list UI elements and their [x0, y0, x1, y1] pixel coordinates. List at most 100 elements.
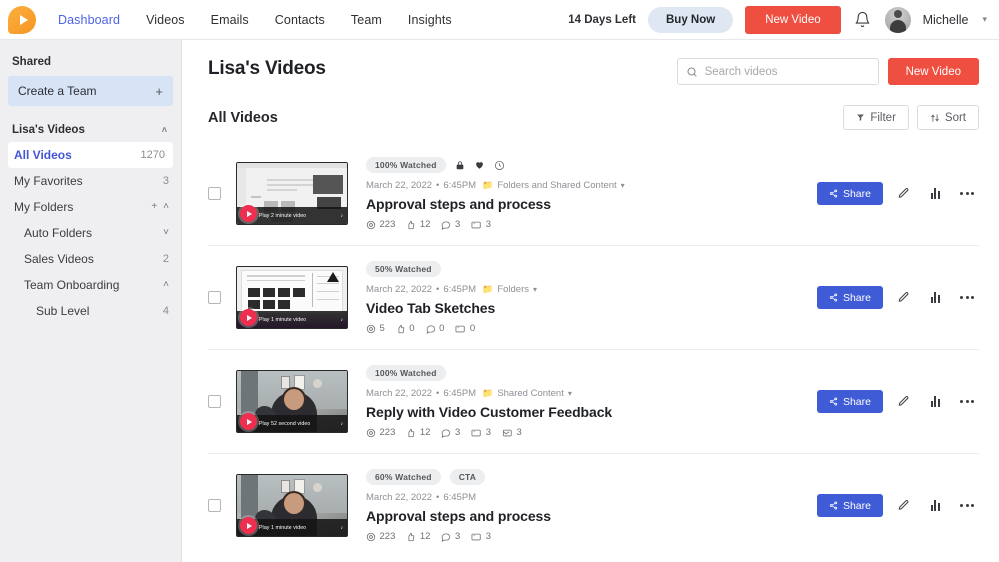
- nav-link-dashboard[interactable]: Dashboard: [58, 13, 120, 27]
- sidebar-item-my-folders[interactable]: My Folders + ˄: [0, 194, 181, 220]
- plus-icon[interactable]: +: [155, 85, 163, 98]
- edit-pencil-icon[interactable]: [891, 286, 915, 309]
- views-icon: [366, 532, 376, 542]
- video-title[interactable]: Approval steps and process: [366, 508, 803, 524]
- play-icon[interactable]: [240, 309, 257, 326]
- sidebar-item-my-favorites[interactable]: My Favorites 3: [0, 168, 181, 194]
- main-header-row-bottom: All Videos Filter Sort: [208, 105, 979, 130]
- edit-pencil-icon[interactable]: [891, 390, 915, 413]
- stat-comment: 3: [441, 531, 460, 542]
- more-options-icon[interactable]: [955, 390, 979, 413]
- edit-pencil-icon[interactable]: [891, 494, 915, 517]
- sidebar-item-all-videos[interactable]: All Videos 1270: [8, 142, 173, 168]
- sidebar-item-sales-videos[interactable]: Sales Videos 2: [0, 246, 181, 272]
- share-button[interactable]: Share: [816, 182, 883, 205]
- row-actions: Share: [816, 390, 979, 413]
- search-input[interactable]: [704, 65, 870, 78]
- sidebar-group-header[interactable]: Lisa's Videos ˄: [0, 120, 181, 142]
- new-video-button-top[interactable]: New Video: [745, 5, 841, 34]
- video-thumbnail[interactable]: Play 1 minute video ♪: [236, 266, 348, 329]
- avatar[interactable]: [884, 6, 911, 33]
- comment-icon: [441, 532, 451, 542]
- play-icon[interactable]: [240, 517, 257, 534]
- stat-value: 0: [469, 323, 476, 334]
- more-options-icon[interactable]: [955, 286, 979, 309]
- play-icon[interactable]: [240, 205, 257, 222]
- stat-value: 0: [409, 323, 415, 334]
- primary-nav-links: Dashboard Videos Emails Contacts Team Insight…: [58, 13, 452, 27]
- sidebar-item-team-onboarding[interactable]: Team Onboarding ˄: [0, 272, 181, 298]
- row-checkbox[interactable]: [208, 187, 221, 200]
- video-meta-line: March 22, 2022 • 6:45PM 📁 Folders ▾: [366, 284, 803, 295]
- chevron-down-icon[interactable]: ▾: [533, 285, 537, 294]
- video-thumbnail[interactable]: Play 1 minute video ♪: [236, 474, 348, 537]
- chevron-down-icon[interactable]: ▾: [568, 389, 572, 398]
- create-a-team-button[interactable]: Create a Team +: [8, 76, 173, 106]
- video-folder[interactable]: Shared Content: [497, 388, 564, 399]
- video-thumbnail[interactable]: Play 52 second video ♪: [236, 370, 348, 433]
- new-video-button-main[interactable]: New Video: [887, 58, 979, 85]
- more-options-icon[interactable]: [955, 494, 979, 517]
- chevron-down-icon[interactable]: ▾: [982, 14, 987, 25]
- analytics-bar-chart-icon[interactable]: [923, 286, 947, 309]
- more-options-icon[interactable]: [955, 182, 979, 205]
- video-title[interactable]: Reply with Video Customer Feedback: [366, 404, 803, 420]
- share-button[interactable]: Share: [816, 286, 883, 309]
- play-icon[interactable]: [240, 413, 257, 430]
- nav-link-insights[interactable]: Insights: [408, 13, 452, 27]
- play-logo-icon[interactable]: [8, 5, 36, 34]
- sidebar-shared-title: Shared: [12, 56, 51, 68]
- nav-link-videos[interactable]: Videos: [146, 13, 185, 27]
- row-checkbox[interactable]: [208, 499, 221, 512]
- comment-icon: [441, 428, 451, 438]
- create-a-team-label: Create a Team: [18, 84, 97, 98]
- share-label: Share: [842, 499, 871, 512]
- chevron-up-icon[interactable]: ˄: [162, 125, 167, 135]
- share-button[interactable]: Share: [816, 390, 883, 413]
- video-title[interactable]: Approval steps and process: [366, 196, 803, 212]
- filter-button[interactable]: Filter: [843, 105, 909, 130]
- comment-icon: [441, 220, 451, 230]
- stat-views: 223: [366, 219, 395, 230]
- chevron-down-icon[interactable]: ˅: [163, 228, 169, 238]
- clock-icon[interactable]: [494, 160, 505, 171]
- nav-link-emails[interactable]: Emails: [211, 13, 249, 27]
- buy-now-button[interactable]: Buy Now: [648, 6, 734, 33]
- sort-button[interactable]: Sort: [916, 105, 979, 130]
- chevron-down-icon[interactable]: ▾: [621, 181, 625, 190]
- video-stats: 5 0 0 0: [366, 323, 803, 334]
- plus-icon[interactable]: +: [151, 202, 157, 212]
- chevron-up-icon[interactable]: ˄: [163, 280, 169, 290]
- analytics-bar-chart-icon[interactable]: [923, 390, 947, 413]
- chevron-up-icon[interactable]: ˄: [163, 202, 169, 212]
- stat-comment: 3: [441, 427, 460, 438]
- row-checkbox[interactable]: [208, 395, 221, 408]
- search-box[interactable]: [676, 58, 879, 85]
- reply-icon: [502, 428, 513, 438]
- nav-link-contacts[interactable]: Contacts: [275, 13, 325, 27]
- video-thumbnail[interactable]: Play 2 minute video ♪: [236, 162, 348, 225]
- stat-value: 3: [454, 531, 461, 542]
- edit-pencil-icon[interactable]: [891, 182, 915, 205]
- video-folder[interactable]: Folders and Shared Content: [497, 180, 616, 191]
- row-checkbox[interactable]: [208, 291, 221, 304]
- video-list[interactable]: Play 2 minute video ♪ 100% Watched March 22…: [182, 142, 999, 562]
- video-date: March 22, 2022: [366, 284, 433, 295]
- sidebar-item-auto-folders[interactable]: Auto Folders ˅: [0, 220, 181, 246]
- stat-reply: 3: [502, 427, 522, 438]
- search-icon: [687, 66, 697, 77]
- share-button[interactable]: Share: [816, 494, 883, 517]
- username-label[interactable]: Michelle: [923, 13, 969, 27]
- folder-icon: 📁: [482, 388, 494, 398]
- analytics-bar-chart-icon[interactable]: [923, 494, 947, 517]
- lock-icon[interactable]: [455, 160, 465, 171]
- bell-icon[interactable]: [853, 10, 873, 30]
- stat-value: 3: [516, 427, 522, 438]
- video-title[interactable]: Video Tab Sketches: [366, 300, 803, 316]
- video-folder[interactable]: Folders: [497, 284, 529, 295]
- sidebar-item-sub-level[interactable]: Sub Level 4: [0, 298, 181, 324]
- analytics-bar-chart-icon[interactable]: [923, 182, 947, 205]
- stat-value: 3: [485, 219, 492, 230]
- heart-icon[interactable]: [474, 160, 485, 170]
- nav-link-team[interactable]: Team: [351, 13, 382, 27]
